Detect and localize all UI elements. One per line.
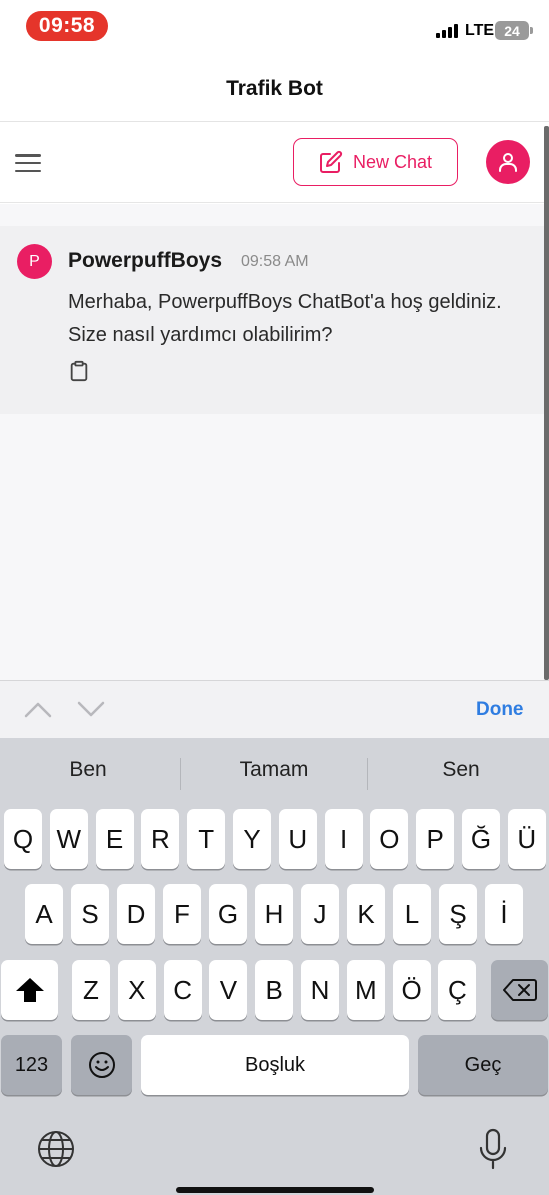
numbers-key[interactable]: 123 [1, 1035, 62, 1095]
signal-icon [436, 24, 460, 38]
emoji-key[interactable] [71, 1035, 132, 1095]
user-icon [499, 153, 517, 172]
key-y[interactable]: Y [233, 809, 271, 869]
key-ş[interactable]: Ş [439, 884, 477, 944]
key-k[interactable]: K [347, 884, 385, 944]
key-ü[interactable]: Ü [507, 809, 546, 869]
globe-icon[interactable] [37, 1130, 75, 1168]
keyboard-toolbar: Done [0, 680, 549, 738]
key-l[interactable]: L [393, 884, 431, 944]
suggestion-item[interactable]: Tamam [184, 758, 364, 782]
emoji-icon [88, 1052, 115, 1078]
title-bar: Trafik Bot [0, 56, 549, 122]
key-j[interactable]: J [301, 884, 339, 944]
status-bar: 09:58 LTE 24 [0, 0, 549, 56]
space-key[interactable]: Boşluk [141, 1035, 409, 1095]
shift-icon [15, 978, 44, 1002]
edit-icon [319, 150, 343, 173]
key-q[interactable]: Q [4, 809, 42, 869]
page-title: Trafik Bot [226, 76, 323, 100]
new-chat-label: New Chat [352, 151, 433, 172]
done-button[interactable]: Done [476, 699, 524, 721]
key-e[interactable]: E [95, 809, 134, 869]
key-n[interactable]: N [301, 960, 339, 1020]
menu-icon[interactable] [14, 152, 42, 174]
chevron-up-icon[interactable] [24, 699, 52, 719]
scrollbar[interactable] [544, 126, 549, 680]
key-ç[interactable]: Ç [438, 960, 477, 1020]
key-f[interactable]: F [163, 884, 201, 944]
key-ğ[interactable]: Ğ [462, 809, 500, 869]
message-author: PowerpuffBoys [68, 249, 223, 272]
key-a[interactable]: A [25, 884, 63, 944]
key-u[interactable]: U [278, 809, 317, 869]
message-time: 09:58 AM [241, 253, 309, 270]
message-avatar: P [17, 244, 52, 279]
backspace-key[interactable] [491, 960, 548, 1020]
suggestion-bar: Ben Tamam Sen [0, 738, 549, 806]
key-s[interactable]: S [71, 884, 109, 944]
key-v[interactable]: V [209, 960, 248, 1020]
key-p[interactable]: P [416, 809, 455, 869]
microphone-icon[interactable] [478, 1128, 508, 1170]
suggestion-item[interactable]: Ben [0, 758, 178, 782]
key-b[interactable]: B [255, 960, 294, 1020]
key-o[interactable]: O [370, 809, 409, 869]
key-m[interactable]: M [346, 960, 385, 1020]
profile-button[interactable] [486, 140, 530, 184]
key-w[interactable]: W [49, 809, 88, 869]
chat-message: P PowerpuffBoys 09:58 AM Merhaba, Powerp… [0, 226, 544, 414]
clipboard-icon[interactable] [68, 360, 90, 382]
home-indicator [176, 1187, 374, 1193]
key-h[interactable]: H [255, 884, 293, 944]
suggestion-item[interactable]: Sen [371, 758, 549, 782]
network-label: LTE [465, 22, 495, 39]
shift-key[interactable] [1, 960, 58, 1020]
status-time: 09:58 [26, 11, 108, 41]
key-g[interactable]: G [209, 884, 247, 944]
key-x[interactable]: X [117, 960, 156, 1020]
key-i[interactable]: I [324, 809, 363, 869]
backspace-icon [502, 979, 537, 1001]
key-t[interactable]: T [187, 809, 226, 869]
key-r[interactable]: R [141, 809, 180, 869]
key-z[interactable]: Z [72, 960, 110, 1020]
app-header: New Chat [0, 123, 549, 203]
new-chat-button[interactable]: New Chat [293, 138, 458, 186]
key-d[interactable]: D [117, 884, 155, 944]
key-c[interactable]: C [163, 960, 202, 1020]
chevron-down-icon[interactable] [77, 699, 105, 719]
message-text: Merhaba, PowerpuffBoys ChatBot'a hoş gel… [68, 291, 502, 346]
battery-icon: 24 [495, 21, 533, 40]
keyboard: Ben Tamam Sen QWERTYUIOPĞÜ ASDFGHJKLŞİ ZXC… [0, 738, 549, 1195]
key-i̇[interactable]: İ [485, 884, 523, 944]
return-key[interactable]: Geç [418, 1035, 548, 1095]
chat-area: P PowerpuffBoys 09:58 AM Merhaba, Powerp… [0, 204, 544, 680]
key-ö[interactable]: Ö [392, 960, 431, 1020]
